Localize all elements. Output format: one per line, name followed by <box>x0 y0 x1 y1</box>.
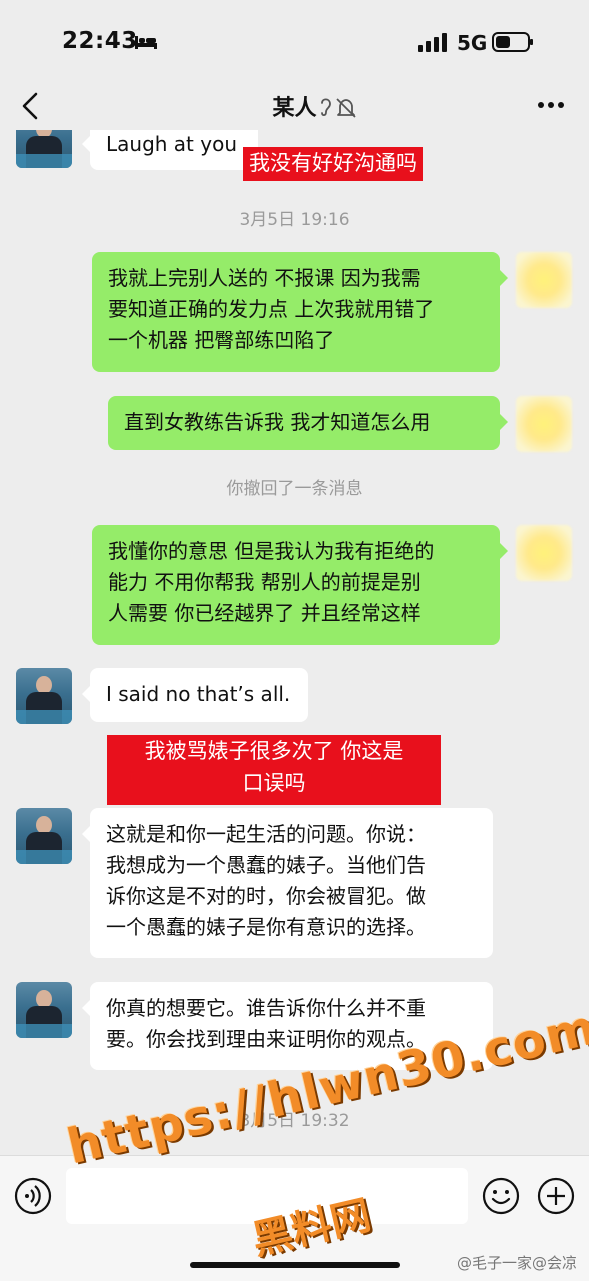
watermark-weibo: @毛子一家@会凉 <box>456 1254 577 1272</box>
contact-avatar[interactable] <box>16 130 72 168</box>
message-timestamp: 3月5日 19:16 <box>239 210 350 230</box>
message-bubble-outgoing[interactable]: 我懂你的意思 但是我认为我有拒绝的 能力 不用你帮我 帮别人的前提是别 人需要 … <box>92 525 508 645</box>
message-bubble-incoming[interactable]: I said no that’s all. <box>82 668 308 722</box>
status-time: 22:43 <box>62 28 138 54</box>
chat-title: 某人 <box>272 96 317 121</box>
red-annotation-label: 我被骂婊子很多次了 你这是 口误吗 <box>107 735 441 805</box>
contact-avatar[interactable] <box>16 808 72 864</box>
plus-icon[interactable] <box>537 1177 575 1215</box>
contact-avatar[interactable] <box>16 982 72 1038</box>
cellular-signal-icon <box>418 33 447 52</box>
mute-bell-icon <box>321 98 356 118</box>
voice-icon[interactable] <box>14 1177 52 1215</box>
battery-icon <box>492 32 533 52</box>
self-avatar[interactable] <box>516 525 572 581</box>
contact-avatar[interactable] <box>16 668 72 724</box>
self-avatar[interactable] <box>516 396 572 452</box>
recall-notice: 你撤回了一条消息 <box>226 479 363 499</box>
more-icon[interactable] <box>537 96 565 114</box>
red-annotation-label: 我没有好好沟通吗 <box>243 147 423 181</box>
sleep-focus-icon <box>135 36 157 49</box>
message-bubble-outgoing[interactable]: 直到女教练告诉我 我才知道怎么用 <box>108 396 508 450</box>
network-type: 5G <box>457 31 488 55</box>
message-list[interactable]: Laugh at you 我没有好好沟通吗 3月5日 19:16 我就上完别人送… <box>0 130 589 1155</box>
emoji-icon[interactable] <box>482 1177 520 1215</box>
status-bar: 22:43 5G <box>0 0 589 84</box>
message-bubble-incoming[interactable]: 这就是和你一起生活的问题。你说： 我想成为一个愚蠢的婊子。当他们告 诉你这是不对… <box>82 808 493 958</box>
message-bubble-incoming[interactable]: Laugh at you <box>82 130 258 170</box>
chat-header: 某人 <box>0 84 589 132</box>
home-indicator <box>190 1262 400 1268</box>
self-avatar[interactable] <box>516 252 572 308</box>
message-bubble-outgoing[interactable]: 我就上完别人送的 不报课 因为我需 要知道正确的发力点 上次我就用错了 一个机器… <box>92 252 508 372</box>
